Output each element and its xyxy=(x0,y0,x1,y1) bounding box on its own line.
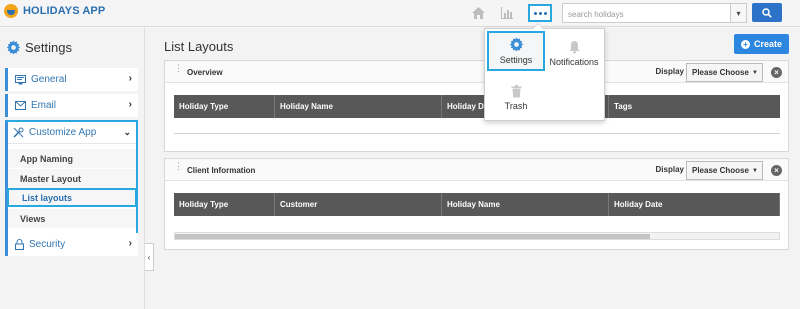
column-header[interactable]: Holiday Type xyxy=(174,193,275,216)
display-label: Display xyxy=(655,165,684,174)
sidebar-item-customize-app[interactable]: Customize App ⌄ xyxy=(8,122,136,144)
menu-item-settings[interactable]: Settings xyxy=(487,31,545,71)
lock-icon xyxy=(15,239,24,250)
chevron-down-icon: ▾ xyxy=(736,8,741,18)
plus-icon: + xyxy=(740,39,750,49)
sidebar-subitem-views[interactable]: Views xyxy=(8,209,136,228)
search-input[interactable] xyxy=(563,5,728,24)
display-select[interactable]: Please Choose ▼ xyxy=(686,63,763,82)
display-label: Display xyxy=(655,67,684,76)
app-logo[interactable]: HOLIDAYS APP xyxy=(4,4,105,18)
search-filter-dropdown[interactable]: ▾ xyxy=(730,4,746,22)
more-menu-button[interactable] xyxy=(528,4,552,22)
chevron-right-icon: › xyxy=(128,238,132,249)
page-title: List Layouts xyxy=(164,39,234,54)
divider xyxy=(174,133,780,134)
close-icon[interactable]: × xyxy=(771,67,782,78)
chevron-right-icon: › xyxy=(128,99,132,110)
table-header: Holiday Type Customer Holiday Name Holid… xyxy=(174,193,780,216)
column-header[interactable]: Holiday Name xyxy=(442,193,609,216)
search-icon xyxy=(762,7,772,18)
sidebar-collapse-toggle[interactable]: ‹ xyxy=(145,243,154,271)
column-header[interactable]: Holiday Type xyxy=(174,95,275,118)
sidebar-item-email[interactable]: Email › xyxy=(5,94,138,117)
table-header: Holiday Type Holiday Name Holiday Da Tag… xyxy=(174,95,780,118)
sidebar-subitem-master-layout[interactable]: Master Layout xyxy=(8,169,136,188)
bell-icon xyxy=(569,41,579,54)
drag-handle-icon[interactable]: ⋮ xyxy=(174,64,183,73)
chevron-down-icon: ⌄ xyxy=(123,127,131,137)
column-header[interactable]: Tags xyxy=(609,95,780,118)
top-bar: HOLIDAYS APP ▾ xyxy=(0,0,800,27)
menu-item-notifications[interactable]: Notifications xyxy=(545,31,603,71)
trash-icon xyxy=(511,85,521,98)
column-header[interactable]: Holiday Date xyxy=(609,193,780,216)
sidebar-title: Settings xyxy=(6,40,72,55)
more-dropdown-menu: Settings Notifications Trash xyxy=(484,23,605,121)
panel-header: ⋮ Overview Display Please Choose ▼ × xyxy=(165,61,788,83)
column-header[interactable]: Holiday Name xyxy=(275,95,442,118)
sidebar: Settings General › Email › Customize App… xyxy=(0,28,145,309)
scrollbar-thumb[interactable] xyxy=(175,234,650,239)
gear-icon xyxy=(509,37,523,52)
display-select[interactable]: Please Choose ▼ xyxy=(686,161,763,180)
close-icon[interactable]: × xyxy=(771,165,782,176)
menu-item-trash[interactable]: Trash xyxy=(487,75,545,115)
gear-icon xyxy=(6,40,21,55)
layout-panel-client-information: ⋮ Client Information Display Please Choo… xyxy=(164,158,789,250)
search-button[interactable] xyxy=(752,3,782,22)
panel-title: Client Information xyxy=(187,166,256,175)
horizontal-scrollbar[interactable] xyxy=(174,232,780,240)
envelope-icon xyxy=(15,101,26,110)
panel-header: ⋮ Client Information Display Please Choo… xyxy=(165,159,788,181)
tools-icon xyxy=(13,127,24,138)
search-box: ▾ xyxy=(562,3,747,24)
sidebar-subitem-list-layouts[interactable]: List layouts xyxy=(7,188,137,207)
sidebar-item-security[interactable]: Security › xyxy=(5,233,138,256)
create-button[interactable]: + Create xyxy=(734,34,789,54)
column-header[interactable]: Customer xyxy=(275,193,442,216)
sidebar-item-general[interactable]: General › xyxy=(5,68,138,91)
app-name: HOLIDAYS APP xyxy=(23,5,106,17)
caret-down-icon: ▼ xyxy=(752,70,758,76)
layout-panel-overview: ⋮ Overview Display Please Choose ▼ × Hol… xyxy=(164,60,789,152)
caret-down-icon: ▼ xyxy=(752,168,758,174)
home-icon[interactable] xyxy=(470,5,486,21)
logo-icon xyxy=(4,4,18,18)
panel-title: Overview xyxy=(187,68,223,77)
ellipsis-icon xyxy=(533,11,537,15)
sidebar-subitem-app-naming[interactable]: App Naming xyxy=(8,149,136,168)
drag-handle-icon[interactable]: ⋮ xyxy=(174,162,183,171)
monitor-icon xyxy=(15,74,26,84)
chevron-right-icon: › xyxy=(128,73,132,84)
bar-chart-icon[interactable] xyxy=(499,5,515,21)
chevron-left-icon: ‹ xyxy=(147,252,151,262)
